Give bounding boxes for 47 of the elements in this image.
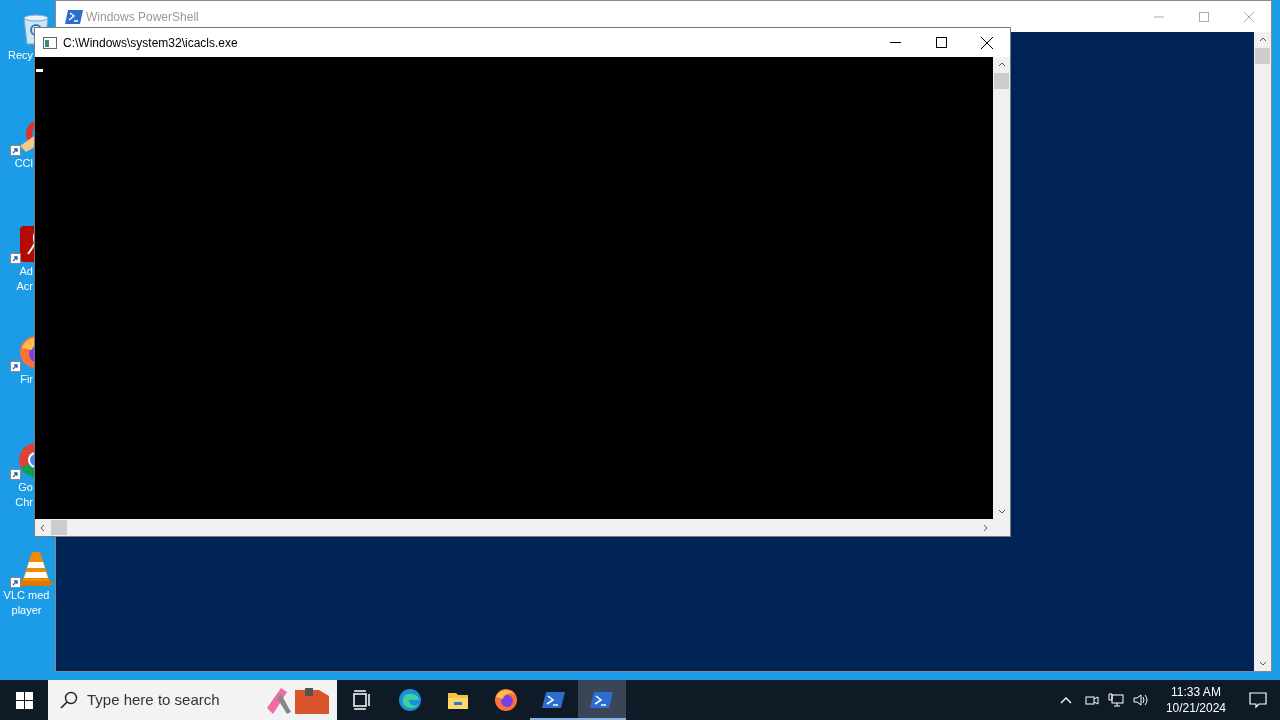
firefox-icon	[493, 687, 519, 713]
scroll-thumb[interactable]	[994, 73, 1009, 89]
icon-label: Recy	[7, 48, 33, 63]
search-field[interactable]: Type here to search	[48, 680, 337, 720]
scroll-thumb[interactable]	[1255, 48, 1270, 64]
clock[interactable]: 11:33 AM 10/21/2024	[1159, 684, 1232, 716]
icon-label: VLC med	[3, 588, 50, 603]
scroll-left-icon	[39, 523, 45, 532]
scroll-up-icon	[997, 61, 1006, 67]
windows-icon	[15, 691, 33, 709]
close-icon	[981, 36, 993, 49]
scroll-down-icon	[1258, 661, 1267, 667]
search-placeholder: Type here to search	[87, 689, 220, 710]
network-icon[interactable]	[1107, 692, 1124, 708]
scroll-up-icon	[1258, 36, 1267, 42]
close-icon	[1243, 11, 1254, 22]
vertical-scrollbar[interactable]	[1254, 32, 1271, 671]
horizontal-scrollbar[interactable]	[35, 519, 1010, 536]
icon-label: Ad	[19, 264, 33, 279]
icon-label: Acr	[16, 279, 33, 294]
icon-label: Go	[18, 480, 33, 495]
window-title: C:\Windows\system32\icacls.exe	[63, 34, 238, 52]
speaker-icon[interactable]	[1131, 692, 1150, 708]
icon-label: Fir	[20, 372, 33, 387]
maximize-icon	[935, 37, 947, 48]
icon-label: Chr	[15, 495, 33, 510]
clock-date: 10/21/2024	[1165, 700, 1226, 716]
shortcut-arrow-icon	[10, 577, 21, 588]
window-title: Windows PowerShell	[86, 8, 199, 26]
icon-label: CCl	[14, 156, 33, 171]
shortcut-arrow-icon	[10, 145, 21, 156]
vertical-scrollbar[interactable]	[993, 57, 1010, 519]
scroll-right-icon	[983, 523, 989, 532]
shortcut-arrow-icon	[10, 469, 21, 480]
clock-time: 11:33 AM	[1171, 684, 1221, 700]
icon-label: player	[11, 603, 42, 618]
scroll-thumb[interactable]	[51, 520, 67, 535]
scroll-down-icon	[997, 509, 1006, 515]
maximize-icon	[1198, 11, 1209, 22]
notification-icon	[1249, 691, 1267, 709]
edge-icon	[397, 687, 423, 713]
terminal-icon	[64, 8, 84, 25]
search-icon	[60, 691, 78, 709]
shortcut-arrow-icon	[10, 253, 21, 264]
shortcut-arrow-icon	[10, 361, 21, 372]
chevron-up-icon[interactable]	[1059, 696, 1072, 704]
console-app-icon	[43, 36, 57, 49]
